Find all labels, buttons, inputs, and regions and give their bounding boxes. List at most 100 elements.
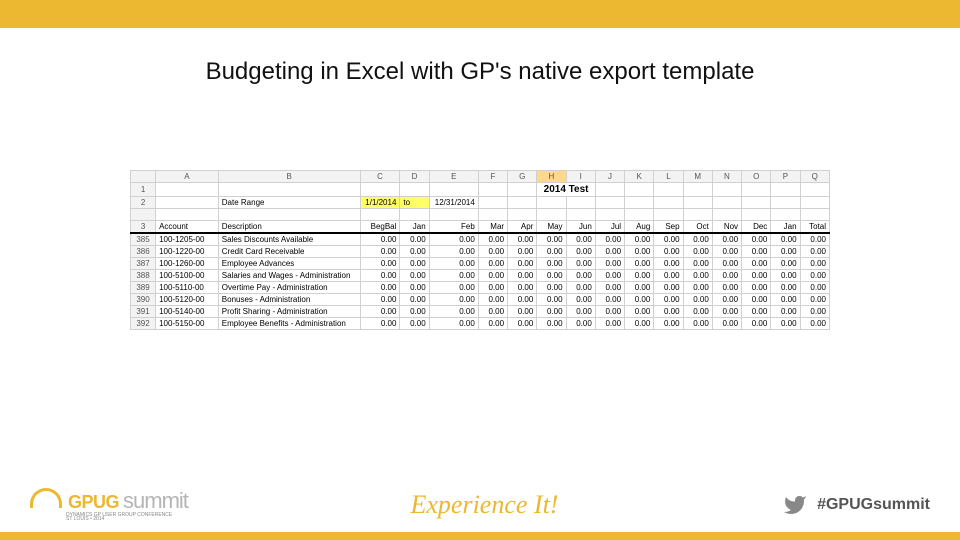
row-num: 1 bbox=[131, 183, 156, 197]
cell-value: 0.00 bbox=[429, 258, 478, 270]
cell-value: 0.00 bbox=[742, 306, 771, 318]
cell-value: 0.00 bbox=[478, 282, 507, 294]
hashtag-text: #GPUGsummit bbox=[817, 496, 930, 514]
col-A: A bbox=[156, 171, 219, 183]
cell-description: Profit Sharing - Administration bbox=[218, 306, 360, 318]
cell-value: 0.00 bbox=[537, 282, 566, 294]
slide-title: Budgeting in Excel with GP's native expo… bbox=[0, 58, 960, 86]
col-K: K bbox=[625, 171, 654, 183]
hdr-oct: Oct bbox=[683, 221, 712, 234]
cell-value: 0.00 bbox=[800, 282, 829, 294]
cell-description: Salaries and Wages - Administration bbox=[218, 270, 360, 282]
cell-account: 100-1205-00 bbox=[156, 233, 219, 246]
cell-value: 0.00 bbox=[360, 258, 400, 270]
hdr-total: Total bbox=[800, 221, 829, 234]
cell-value: 0.00 bbox=[360, 306, 400, 318]
cell-value: 0.00 bbox=[566, 233, 595, 246]
cell-value: 0.00 bbox=[625, 258, 654, 270]
grid-header-row: 3 Account Description BegBal Jan Feb Mar… bbox=[131, 221, 830, 234]
cell-value: 0.00 bbox=[712, 306, 741, 318]
corner-cell bbox=[131, 171, 156, 183]
hdr-may: May bbox=[537, 221, 566, 234]
cell-value: 0.00 bbox=[566, 282, 595, 294]
cell-value: 0.00 bbox=[566, 270, 595, 282]
cell-value: 0.00 bbox=[429, 318, 478, 330]
hdr-begbal: BegBal bbox=[360, 221, 400, 234]
cell-value: 0.00 bbox=[654, 294, 683, 306]
cell-value: 0.00 bbox=[654, 282, 683, 294]
row-2: 2 Date Range 1/1/2014 to 12/31/2014 bbox=[131, 197, 830, 209]
top-accent-bar bbox=[0, 0, 960, 28]
row-num: 392 bbox=[131, 318, 156, 330]
cell-value: 0.00 bbox=[478, 233, 507, 246]
cell-value: 0.00 bbox=[360, 233, 400, 246]
cell-value: 0.00 bbox=[508, 294, 537, 306]
col-M: M bbox=[683, 171, 712, 183]
logo-word: summit bbox=[123, 488, 188, 514]
cell-value: 0.00 bbox=[771, 233, 800, 246]
row-num: 2 bbox=[131, 197, 156, 209]
cell-value: 0.00 bbox=[654, 306, 683, 318]
cell-value: 0.00 bbox=[771, 318, 800, 330]
col-E: E bbox=[429, 171, 478, 183]
date-end: 12/31/2014 bbox=[429, 197, 478, 209]
cell-value: 0.00 bbox=[771, 270, 800, 282]
cell-value: 0.00 bbox=[683, 318, 712, 330]
hashtag-block: #GPUGsummit bbox=[781, 493, 930, 517]
col-F: F bbox=[478, 171, 507, 183]
cell-value: 0.00 bbox=[800, 306, 829, 318]
row-num: 387 bbox=[131, 258, 156, 270]
cell-value: 0.00 bbox=[508, 258, 537, 270]
column-header-row: A B C D E F G H I J K L M N O P Q bbox=[131, 171, 830, 183]
cell-account: 100-5100-00 bbox=[156, 270, 219, 282]
cell-description: Sales Discounts Available bbox=[218, 233, 360, 246]
cell-value: 0.00 bbox=[712, 282, 741, 294]
hdr-nov: Nov bbox=[712, 221, 741, 234]
row-num: 3 bbox=[131, 221, 156, 234]
cell-value: 0.00 bbox=[683, 246, 712, 258]
cell-value: 0.00 bbox=[800, 233, 829, 246]
cell-value: 0.00 bbox=[654, 270, 683, 282]
cell-value: 0.00 bbox=[508, 246, 537, 258]
date-to: to bbox=[400, 197, 429, 209]
col-O: O bbox=[742, 171, 771, 183]
hdr-account: Account bbox=[156, 221, 219, 234]
cell-description: Employee Benefits - Administration bbox=[218, 318, 360, 330]
col-J: J bbox=[595, 171, 624, 183]
tagline: Experience It! bbox=[411, 490, 559, 520]
row-num: 390 bbox=[131, 294, 156, 306]
cell-account: 100-5120-00 bbox=[156, 294, 219, 306]
row-num: 389 bbox=[131, 282, 156, 294]
cell-account: 100-5140-00 bbox=[156, 306, 219, 318]
col-P: P bbox=[771, 171, 800, 183]
cell-value: 0.00 bbox=[537, 233, 566, 246]
cell-value: 0.00 bbox=[400, 318, 429, 330]
cell-value: 0.00 bbox=[742, 246, 771, 258]
twitter-icon bbox=[781, 493, 809, 517]
hdr-description: Description bbox=[218, 221, 360, 234]
spreadsheet-screenshot: A B C D E F G H I J K L M N O P Q 1 2014… bbox=[130, 170, 830, 330]
row-num: 386 bbox=[131, 246, 156, 258]
cell-value: 0.00 bbox=[478, 294, 507, 306]
cell-value: 0.00 bbox=[595, 258, 624, 270]
cell-value: 0.00 bbox=[742, 294, 771, 306]
cell-value: 0.00 bbox=[508, 270, 537, 282]
date-start: 1/1/2014 bbox=[360, 197, 400, 209]
row-num: 391 bbox=[131, 306, 156, 318]
hdr-feb: Feb bbox=[429, 221, 478, 234]
col-H-selected: H bbox=[537, 171, 566, 183]
table-row: 389100-5110-00Overtime Pay - Administrat… bbox=[131, 282, 830, 294]
col-G: G bbox=[508, 171, 537, 183]
cell-value: 0.00 bbox=[712, 294, 741, 306]
cell-value: 0.00 bbox=[360, 270, 400, 282]
hdr-dec: Dec bbox=[742, 221, 771, 234]
cell-value: 0.00 bbox=[478, 258, 507, 270]
cell-value: 0.00 bbox=[595, 246, 624, 258]
table-row: 392100-5150-00Employee Benefits - Admini… bbox=[131, 318, 830, 330]
cell-value: 0.00 bbox=[537, 270, 566, 282]
cell-value: 0.00 bbox=[400, 270, 429, 282]
hdr-mar: Mar bbox=[478, 221, 507, 234]
cell-value: 0.00 bbox=[800, 270, 829, 282]
cell-value: 0.00 bbox=[566, 306, 595, 318]
cell-value: 0.00 bbox=[800, 246, 829, 258]
